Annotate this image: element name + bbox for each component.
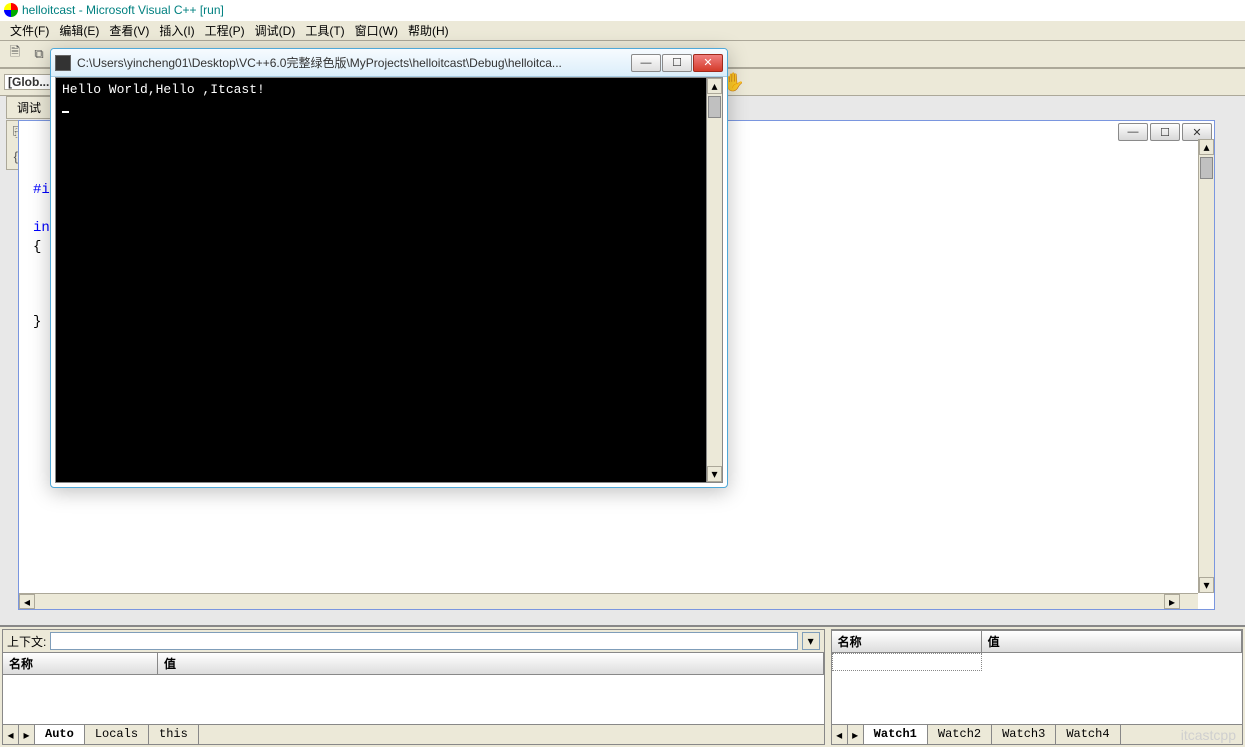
watch-edit-cell[interactable] bbox=[832, 653, 982, 671]
variables-grid-header: 名称 值 bbox=[3, 652, 824, 675]
new-file-button[interactable]: 🗎 bbox=[4, 43, 26, 65]
menu-insert[interactable]: 插入(I) bbox=[155, 20, 198, 41]
watch-grid-body[interactable] bbox=[832, 653, 1242, 724]
menu-help[interactable]: 帮助(H) bbox=[404, 20, 453, 41]
column-header-name[interactable]: 名称 bbox=[832, 631, 982, 652]
code-line: #i bbox=[33, 182, 50, 198]
tab-locals[interactable]: Locals bbox=[85, 725, 149, 744]
context-row: 上下文: ▾ bbox=[3, 630, 824, 652]
code-line: } bbox=[33, 314, 41, 330]
scroll-down-icon[interactable]: ▾ bbox=[1199, 577, 1214, 593]
variables-tabs: ◂ ▸ Auto Locals this bbox=[3, 724, 824, 744]
console-cursor bbox=[62, 111, 69, 113]
scroll-up-icon[interactable]: ▴ bbox=[1199, 139, 1214, 155]
scroll-left-icon[interactable]: ◂ bbox=[19, 594, 35, 609]
console-minimize-button[interactable]: — bbox=[631, 54, 661, 72]
watermark-text: itcastcpp bbox=[1171, 725, 1242, 744]
tab-arrow-right-icon[interactable]: ▸ bbox=[848, 725, 864, 744]
console-maximize-button[interactable]: ☐ bbox=[662, 54, 692, 72]
scroll-up-icon[interactable]: ▴ bbox=[707, 78, 722, 94]
console-window: C:\Users\yincheng01\Desktop\VC++6.0完整绿色版… bbox=[50, 48, 728, 488]
menu-tools[interactable]: 工具(T) bbox=[301, 20, 348, 41]
menu-window[interactable]: 窗口(W) bbox=[351, 20, 402, 41]
code-line: { bbox=[33, 239, 41, 255]
context-input[interactable] bbox=[50, 632, 797, 650]
menu-edit[interactable]: 编辑(E) bbox=[55, 20, 103, 41]
code-editor[interactable]: #i in { } bbox=[33, 181, 50, 332]
watch-grid-header: 名称 值 bbox=[832, 630, 1242, 653]
ide-title-text: helloitcast - Microsoft Visual C++ [run] bbox=[22, 3, 224, 17]
console-output[interactable]: Hello World,Hello ,Itcast! bbox=[56, 78, 706, 482]
vertical-scrollbar[interactable]: ▴ ▾ bbox=[1198, 139, 1214, 593]
debug-tab[interactable]: 调试 bbox=[6, 96, 52, 119]
ide-title-bar: helloitcast - Microsoft Visual C++ [run] bbox=[0, 0, 1245, 20]
copy-button[interactable]: ⧉ bbox=[28, 43, 50, 65]
menu-bar: 文件(F) 编辑(E) 查看(V) 插入(I) 工程(P) 调试(D) 工具(T… bbox=[0, 20, 1245, 40]
horizontal-scrollbar[interactable]: ◂ ▸ bbox=[19, 593, 1198, 609]
menu-project[interactable]: 工程(P) bbox=[201, 20, 249, 41]
console-title-bar[interactable]: C:\Users\yincheng01\Desktop\VC++6.0完整绿色版… bbox=[51, 49, 727, 77]
globals-combo[interactable]: [Glob... bbox=[4, 74, 53, 90]
console-close-button[interactable]: ✕ bbox=[693, 54, 723, 72]
console-title-text: C:\Users\yincheng01\Desktop\VC++6.0完整绿色版… bbox=[77, 54, 625, 71]
scroll-right-icon[interactable]: ▸ bbox=[1164, 594, 1180, 609]
context-label: 上下文: bbox=[7, 633, 46, 650]
scroll-down-icon[interactable]: ▾ bbox=[707, 466, 722, 482]
tab-watch2[interactable]: Watch2 bbox=[928, 725, 992, 744]
console-body: Hello World,Hello ,Itcast! ▴ ▾ bbox=[55, 77, 723, 483]
tab-watch4[interactable]: Watch4 bbox=[1056, 725, 1120, 744]
tab-arrow-left-icon[interactable]: ◂ bbox=[3, 725, 19, 744]
console-line: Hello World,Hello ,Itcast! bbox=[62, 82, 265, 97]
app-icon bbox=[4, 3, 18, 17]
minimize-button[interactable]: — bbox=[1118, 123, 1148, 141]
menu-file[interactable]: 文件(F) bbox=[6, 20, 53, 41]
console-scrollbar[interactable]: ▴ ▾ bbox=[706, 78, 722, 482]
tab-arrow-left-icon[interactable]: ◂ bbox=[832, 725, 848, 744]
code-line: in bbox=[33, 220, 50, 236]
column-header-value[interactable]: 值 bbox=[158, 653, 824, 674]
tab-auto[interactable]: Auto bbox=[35, 725, 85, 744]
console-icon bbox=[55, 55, 71, 71]
variables-grid-body[interactable] bbox=[3, 675, 824, 724]
watch-tabs: ◂ ▸ Watch1 Watch2 Watch3 Watch4 itcastcp… bbox=[832, 724, 1242, 744]
tab-arrow-right-icon[interactable]: ▸ bbox=[19, 725, 35, 744]
tab-watch3[interactable]: Watch3 bbox=[992, 725, 1056, 744]
bottom-panels: 上下文: ▾ 名称 值 ◂ ▸ Auto Locals this 名称 值 ◂ … bbox=[0, 625, 1245, 747]
menu-view[interactable]: 查看(V) bbox=[105, 20, 153, 41]
tab-watch1[interactable]: Watch1 bbox=[864, 725, 928, 744]
column-header-value[interactable]: 值 bbox=[982, 631, 1242, 652]
variables-panel: 上下文: ▾ 名称 值 ◂ ▸ Auto Locals this bbox=[2, 629, 825, 745]
scrollbar-thumb[interactable] bbox=[1200, 157, 1213, 179]
tab-this[interactable]: this bbox=[149, 725, 199, 744]
watch-panel: 名称 值 ◂ ▸ Watch1 Watch2 Watch3 Watch4 itc… bbox=[831, 629, 1243, 745]
maximize-button[interactable]: ☐ bbox=[1150, 123, 1180, 141]
menu-debug[interactable]: 调试(D) bbox=[251, 20, 300, 41]
column-header-name[interactable]: 名称 bbox=[3, 653, 158, 674]
scrollbar-thumb[interactable] bbox=[708, 96, 721, 118]
context-dropdown-button[interactable]: ▾ bbox=[802, 632, 820, 650]
